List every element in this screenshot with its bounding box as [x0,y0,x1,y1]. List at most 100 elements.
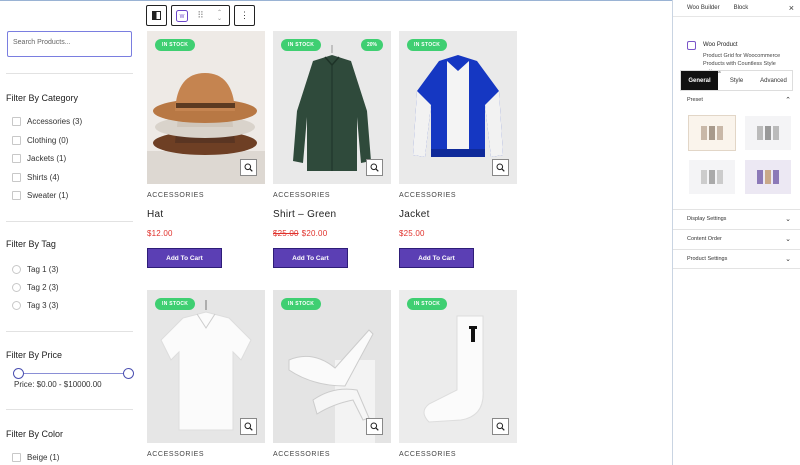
search-input[interactable]: Search Products... [7,31,132,57]
product-category: ACCESSORIES [273,451,331,458]
product-card: IN STOCK ACCESSORIES Jacket $25.00 Add T… [399,31,517,268]
category-option[interactable]: Accessories (3) [12,117,82,126]
more-options-icon[interactable]: ⋮ [235,6,254,25]
section-label: Display Settings [687,216,727,222]
product-name[interactable]: Shirt – Green [273,209,336,220]
chevron-down-icon: ⌄ [785,236,791,243]
add-to-cart-button[interactable]: Add To Cart [273,248,348,268]
stock-badge: IN STOCK [155,39,196,51]
sidebar-toggle-icon[interactable] [147,6,166,25]
preset-section[interactable]: Preset ⌃ [673,91,800,111]
content-order-section[interactable]: Content Order ⌄ [673,229,800,249]
display-settings-section[interactable]: Display Settings ⌄ [673,209,800,229]
product-category: ACCESSORIES [399,451,457,458]
category-option[interactable]: Clothing (0) [12,136,68,145]
drag-handle-icon[interactable]: ⠿ [191,6,210,25]
divider [6,331,133,332]
tab-general[interactable]: General [681,71,718,90]
svg-text:W: W [179,14,184,20]
stock-badge: IN STOCK [407,39,448,51]
tab-style[interactable]: Style [718,71,755,90]
filter-sidebar: Search Products... Filter By Category Ac… [0,0,140,465]
divider [6,73,133,74]
tab-woo-builder[interactable]: Woo Builder [673,5,727,11]
product-price: $25.00 $20.00 [273,229,328,238]
chevron-down-icon: ⌄ [785,216,791,223]
toolbar-group: W ⠿ ⌃ ⌄ [171,5,230,26]
zoom-icon[interactable] [492,159,509,176]
divider [6,221,133,222]
tag-option[interactable]: Tag 2 (3) [12,283,59,292]
product-category: ACCESSORIES [147,192,205,199]
checkbox[interactable] [12,191,21,200]
tag-option[interactable]: Tag 3 (3) [12,301,59,310]
move-up-down-icon[interactable]: ⌃ ⌄ [210,6,229,25]
price-max-handle[interactable] [123,368,134,379]
price-range-text: Price: $0.00 - $10000.00 [14,380,102,389]
product-price: $25.00 [399,229,425,238]
tag-option[interactable]: Tag 1 (3) [12,265,59,274]
close-icon[interactable]: × [789,3,794,13]
product-card: IN STOCK ACCESSORIES Hat $12.00 Add To C… [147,31,265,268]
stock-badge: IN STOCK [407,298,448,310]
preset-option[interactable] [689,160,735,194]
product-image[interactable]: IN STOCK [147,31,265,184]
product-image[interactable]: IN STOCK [399,31,517,184]
product-category: ACCESSORIES [273,192,331,199]
radio[interactable] [12,301,21,310]
product-price: $12.00 [147,229,173,238]
color-option[interactable]: Beige (1) [12,453,59,462]
section-label: Product Settings [687,256,728,262]
block-toolbar: W ⠿ ⌃ ⌄ ⋮ [146,5,255,26]
chevron-up-icon: ⌃ [785,97,791,104]
product-image[interactable]: IN STOCK [399,290,517,443]
preset-option[interactable] [745,116,791,150]
preset-option[interactable] [688,115,736,151]
zoom-icon[interactable] [366,418,383,435]
stock-badge: IN STOCK [281,39,322,51]
add-to-cart-button[interactable]: Add To Cart [147,248,222,268]
zoom-icon[interactable] [240,418,257,435]
product-image[interactable]: IN STOCK [273,290,391,443]
checkbox[interactable] [12,136,21,145]
product-category: ACCESSORIES [399,192,457,199]
filter-price-title: Filter By Price [6,350,63,360]
product-name[interactable]: Hat [147,209,163,220]
checkbox[interactable] [12,117,21,126]
block-type-icon[interactable]: W [172,6,191,25]
product-image[interactable]: IN STOCK [147,290,265,443]
section-label: Content Order [687,236,722,242]
editor-canvas: Search Products... Filter By Category Ac… [0,0,672,465]
product-card: IN STOCK ACCESSORIES [399,290,517,458]
price-slider-track[interactable] [18,373,130,374]
product-settings-section[interactable]: Product Settings ⌄ [673,249,800,269]
inspector-tabs: Woo Builder Block × [673,0,800,17]
product-card: IN STOCK ACCESSORIES [147,290,265,458]
zoom-icon[interactable] [492,418,509,435]
checkbox[interactable] [12,173,21,182]
radio[interactable] [12,265,21,274]
product-image[interactable]: IN STOCK 20% [273,31,391,184]
tab-advanced[interactable]: Advanced [755,71,792,90]
preset-option[interactable] [745,160,791,194]
checkbox[interactable] [12,453,21,462]
toolbar-group: ⋮ [234,5,255,26]
category-option[interactable]: Shirts (4) [12,173,59,182]
settings-tabs: General Style Advanced [680,70,793,91]
product-card: IN STOCK 20% ACCESSORIES Shirt – Green $… [273,31,391,268]
price-min-handle[interactable] [13,368,24,379]
product-name[interactable]: Jacket [399,209,430,220]
toolbar-group [146,5,167,26]
discount-badge: 20% [360,39,383,51]
tab-block[interactable]: Block [727,5,756,11]
filter-category-title: Filter By Category [6,93,79,103]
add-to-cart-button[interactable]: Add To Cart [399,248,474,268]
block-card: Woo Product Product Grid for Woocommerce… [673,17,800,75]
radio[interactable] [12,283,21,292]
zoom-icon[interactable] [366,159,383,176]
checkbox[interactable] [12,154,21,163]
zoom-icon[interactable] [240,159,257,176]
category-option[interactable]: Sweater (1) [12,191,68,200]
category-option[interactable]: Jackets (1) [12,154,66,163]
preset-label: Preset [687,97,703,103]
